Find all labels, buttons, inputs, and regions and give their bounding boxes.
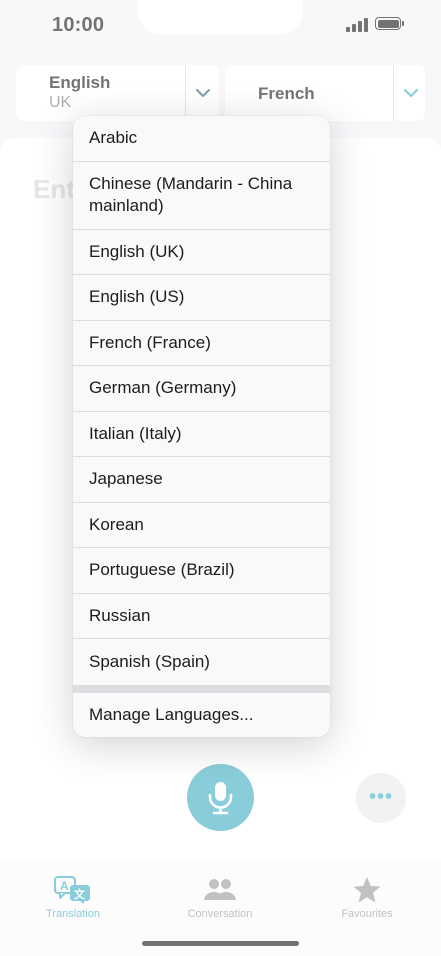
menu-item-spanish-spain[interactable]: Spanish (Spain) (73, 639, 330, 685)
menu-item-french-france[interactable]: French (France) (73, 321, 330, 366)
language-menu: Arabic Chinese (Mandarin - China mainlan… (73, 116, 330, 737)
menu-item-russian[interactable]: Russian (73, 594, 330, 639)
menu-item-chinese-mandarin[interactable]: Chinese (Mandarin - China mainland) (73, 162, 330, 230)
menu-item-english-uk[interactable]: English (UK) (73, 230, 330, 275)
menu-item-german-germany[interactable]: German (Germany) (73, 366, 330, 412)
manage-languages-item[interactable]: Manage Languages... (73, 693, 330, 737)
menu-item-japanese[interactable]: Japanese (73, 457, 330, 503)
menu-item-portuguese-brazil[interactable]: Portuguese (Brazil) (73, 548, 330, 594)
menu-separator (73, 684, 330, 693)
phone-screen: 10:00 English UK French Ent ••• A 文 Tran… (0, 0, 441, 956)
menu-item-italian-italy[interactable]: Italian (Italy) (73, 412, 330, 457)
menu-item-english-us[interactable]: English (US) (73, 275, 330, 321)
menu-item-arabic[interactable]: Arabic (73, 116, 330, 162)
menu-item-korean[interactable]: Korean (73, 503, 330, 548)
